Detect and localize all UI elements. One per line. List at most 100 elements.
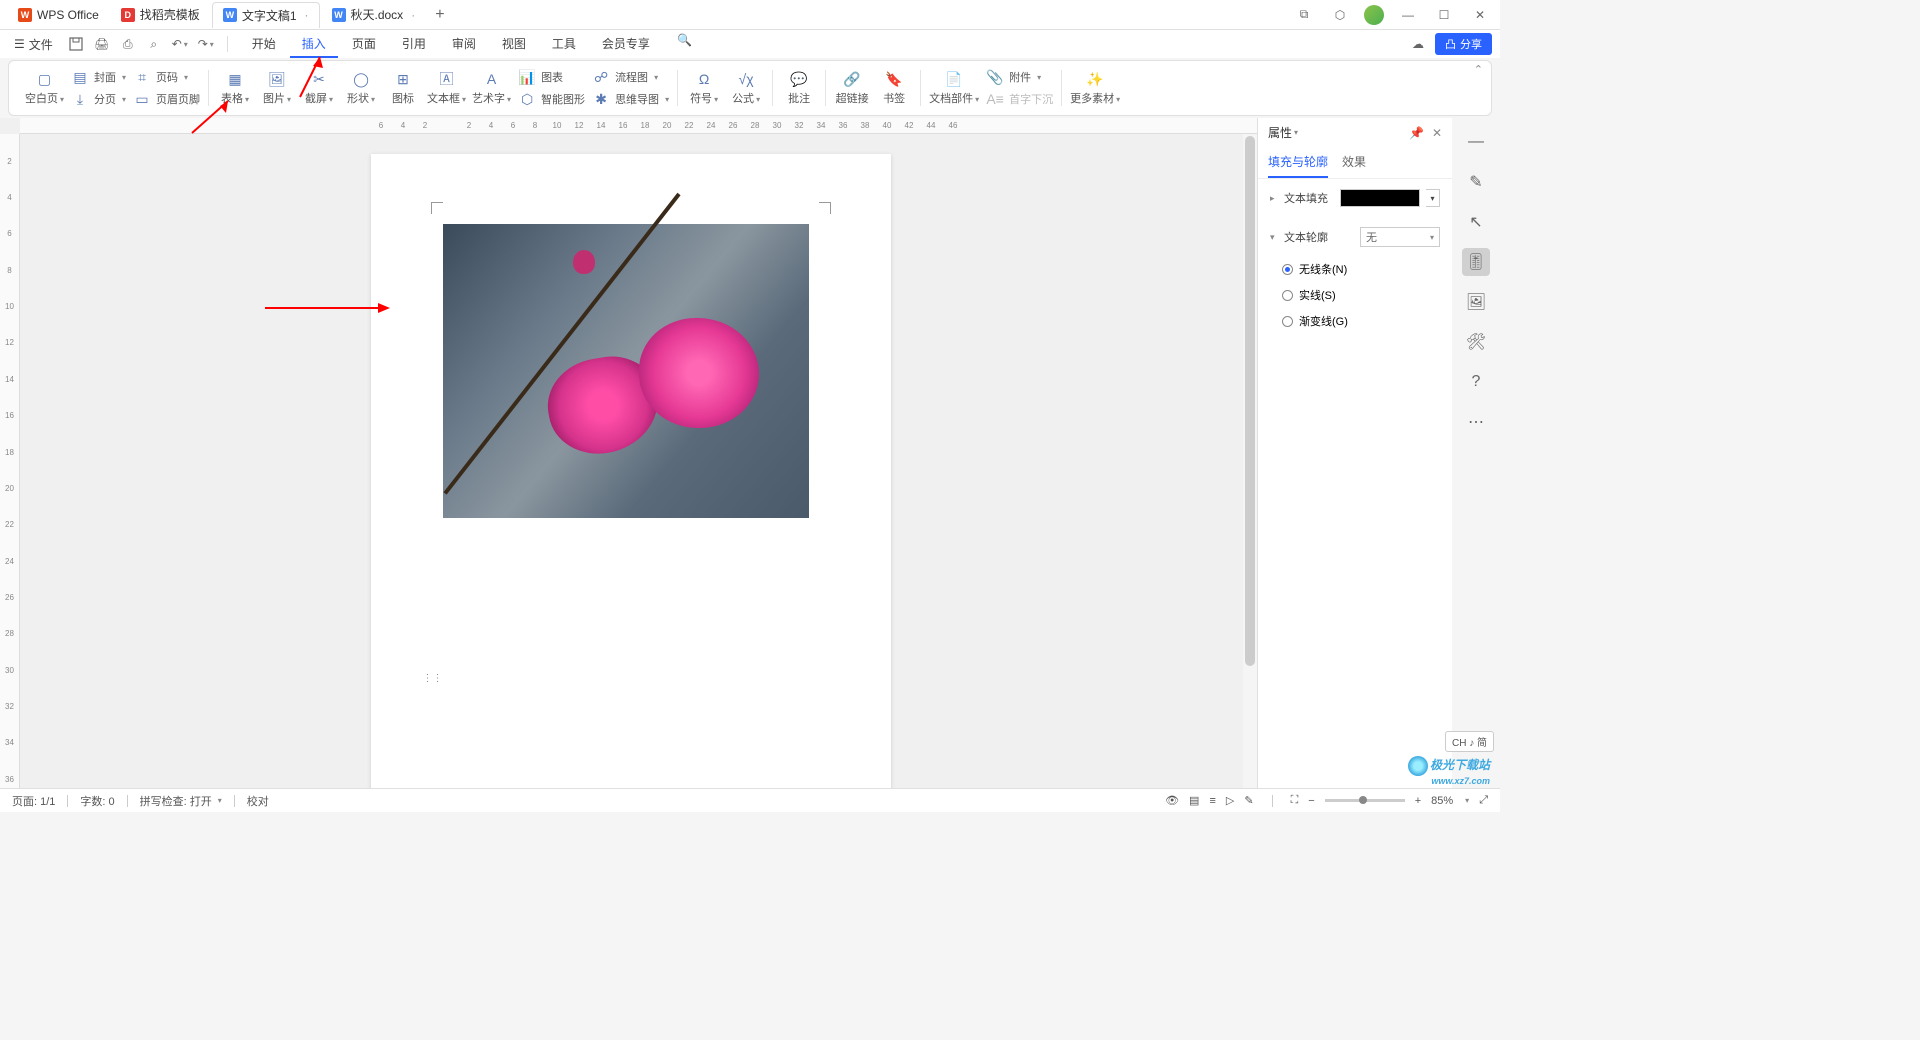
radio-no-line[interactable]: 无线条(N) (1270, 261, 1440, 277)
flowchart-button[interactable]: ☍流程图▾ (591, 68, 669, 86)
window-tabs-icon[interactable]: ⧉ (1292, 3, 1316, 27)
watermark: 极光下载站 www.xz7.com (1408, 756, 1490, 786)
help-icon[interactable]: ? (1462, 368, 1490, 396)
horizontal-ruler: 6422468101214161820222426283032343638404… (20, 118, 1257, 134)
outline-select[interactable]: 无▾ (1360, 227, 1440, 247)
status-page[interactable]: 页面: 1/1 (12, 793, 55, 809)
tab-member[interactable]: 会员专享 (590, 31, 662, 58)
new-tab-button[interactable]: + (427, 6, 452, 24)
tab-tools[interactable]: 工具 (540, 31, 588, 58)
tab-review[interactable]: 审阅 (440, 31, 488, 58)
search-icon[interactable]: 🔍 (676, 31, 694, 49)
blank-page-button[interactable]: ▢空白页▾ (25, 70, 64, 106)
tab-document-active[interactable]: W 文字文稿1 · (212, 2, 320, 28)
wordart-button[interactable]: A艺术字▾ (472, 70, 511, 106)
zoom-in-icon[interactable]: + (1415, 795, 1421, 807)
tab-insert[interactable]: 插入 (290, 31, 338, 58)
minimize-icon[interactable]: — (1396, 3, 1420, 27)
maximize-icon[interactable]: ☐ (1432, 3, 1456, 27)
find-icon[interactable]: ⌕ (145, 35, 163, 53)
hyperlink-button[interactable]: 🔗超链接 (834, 70, 870, 106)
document-canvas[interactable]: 6422468101214161820222426283032343638404… (0, 118, 1257, 788)
status-words[interactable]: 字数: 0 (80, 793, 114, 809)
view-outline-icon[interactable]: ≡ (1209, 795, 1215, 807)
ribbon-collapse-icon[interactable]: ⌃ (1474, 63, 1483, 76)
tab-reference[interactable]: 引用 (390, 31, 438, 58)
zoom-out-icon[interactable]: − (1308, 795, 1314, 807)
panel-tab-fill[interactable]: 填充与轮廓 (1268, 147, 1328, 178)
chart-button[interactable]: 📊图表 (517, 68, 585, 86)
panel-close-icon[interactable]: ✕ (1432, 126, 1442, 140)
print-icon[interactable]: 🖨 (93, 35, 111, 53)
settings-slider-icon[interactable]: 🎚 (1462, 248, 1490, 276)
view-web-icon[interactable]: ✎ (1244, 794, 1253, 807)
inserted-image[interactable] (443, 224, 809, 518)
tab-page[interactable]: 页面 (340, 31, 388, 58)
pen-icon[interactable]: ✎ (1462, 168, 1490, 196)
zoom-value[interactable]: 85% (1431, 795, 1453, 807)
comment-button[interactable]: 💬批注 (781, 70, 817, 106)
radio-solid-line[interactable]: 实线(S) (1270, 287, 1440, 303)
redo-icon[interactable]: ↷▾ (197, 35, 215, 53)
bookmark-button[interactable]: 🔖书签 (876, 70, 912, 106)
attachment-button[interactable]: 📎附件▾ (985, 68, 1053, 86)
expand-icon[interactable]: ⤢ (1479, 794, 1488, 807)
table-button[interactable]: ▦表格▾ (217, 70, 253, 106)
menubar: ☰ 文件 🖨 ⎙ ⌕ ↶▾ ↷▾ 开始 插入 页面 引用 审阅 视图 工具 会员… (0, 30, 1500, 58)
tab-document-2[interactable]: W 秋天.docx · (322, 2, 426, 28)
header-footer-button[interactable]: ▭页眉页脚 (132, 90, 200, 108)
ime-badge[interactable]: CH ♪ 简 (1445, 731, 1494, 752)
image-icon[interactable]: 🖼 (1462, 288, 1490, 316)
cover-button[interactable]: ▤封面▾ (70, 68, 126, 86)
save-icon[interactable] (67, 35, 85, 53)
view-eye-icon[interactable]: 👁 (1165, 794, 1179, 807)
page-break-button[interactable]: ⤓分页▾ (70, 90, 126, 108)
docparts-button[interactable]: 📄文档部件▾ (929, 70, 979, 106)
zoom-slider[interactable] (1325, 799, 1405, 802)
smartart-button[interactable]: ⬡智能图形 (517, 90, 585, 108)
screenshot-button[interactable]: ✂截屏▾ (301, 70, 337, 106)
shape-button[interactable]: ◯形状▾ (343, 70, 379, 106)
tab-view[interactable]: 视图 (490, 31, 538, 58)
undo-icon[interactable]: ↶▾ (171, 35, 189, 53)
status-spell[interactable]: 拼写检查: 打开 (140, 793, 212, 809)
page-number-button[interactable]: ⌗页码▾ (132, 68, 200, 86)
symbol-button[interactable]: Ω符号▾ (686, 70, 722, 106)
document-page[interactable]: ⋮⋮ (371, 154, 891, 788)
close-window-icon[interactable]: ✕ (1468, 3, 1492, 27)
sidebar-minimize-icon[interactable]: — (1462, 128, 1490, 156)
tools-icon[interactable]: 🛠 (1462, 328, 1490, 356)
dropcap-button[interactable]: A≡首字下沉 (985, 90, 1053, 108)
view-page-icon[interactable]: ▤ (1189, 794, 1199, 807)
more-assets-button[interactable]: ✨更多素材▾ (1070, 70, 1120, 106)
tab-close-icon[interactable]: · (411, 8, 415, 22)
tab-wps-home[interactable]: W WPS Office (8, 2, 109, 28)
mindmap-button[interactable]: ✱思维导图▾ (591, 90, 669, 108)
panel-tab-effect[interactable]: 效果 (1342, 147, 1366, 178)
share-button[interactable]: 凸 分享 (1435, 33, 1492, 55)
user-avatar[interactable] (1364, 5, 1384, 25)
view-read-icon[interactable]: ▷ (1226, 794, 1234, 807)
cube-icon[interactable]: ⬡ (1328, 3, 1352, 27)
text-fill-color[interactable] (1340, 189, 1420, 207)
icon-button[interactable]: ⊞图标 (385, 70, 421, 106)
cloud-icon[interactable]: ☁ (1409, 35, 1427, 53)
tab-templates[interactable]: D 找稻壳模板 (111, 2, 210, 28)
text-fill-dropdown[interactable]: ▾ (1426, 189, 1440, 207)
tab-close-icon[interactable]: · (305, 8, 309, 22)
picture-button[interactable]: 🖼图片▾ (259, 70, 295, 106)
select-icon[interactable]: ↖ (1462, 208, 1490, 236)
more-icon[interactable]: ⋯ (1462, 408, 1490, 436)
docer-icon: D (121, 8, 135, 22)
vertical-scrollbar[interactable] (1243, 134, 1257, 788)
file-menu[interactable]: ☰ 文件 (8, 36, 59, 53)
textbox-button[interactable]: 🄰文本框▾ (427, 70, 466, 106)
print-preview-icon[interactable]: ⎙ (119, 35, 137, 53)
pin-icon[interactable]: 📌 (1409, 126, 1424, 140)
tab-home[interactable]: 开始 (240, 31, 288, 58)
equation-button[interactable]: √χ公式▾ (728, 70, 764, 106)
fit-icon[interactable]: ⛶ (1291, 794, 1299, 807)
word-doc-icon: W (332, 8, 346, 22)
status-proof[interactable]: 校对 (247, 793, 269, 809)
radio-gradient-line[interactable]: 渐变线(G) (1270, 313, 1440, 329)
